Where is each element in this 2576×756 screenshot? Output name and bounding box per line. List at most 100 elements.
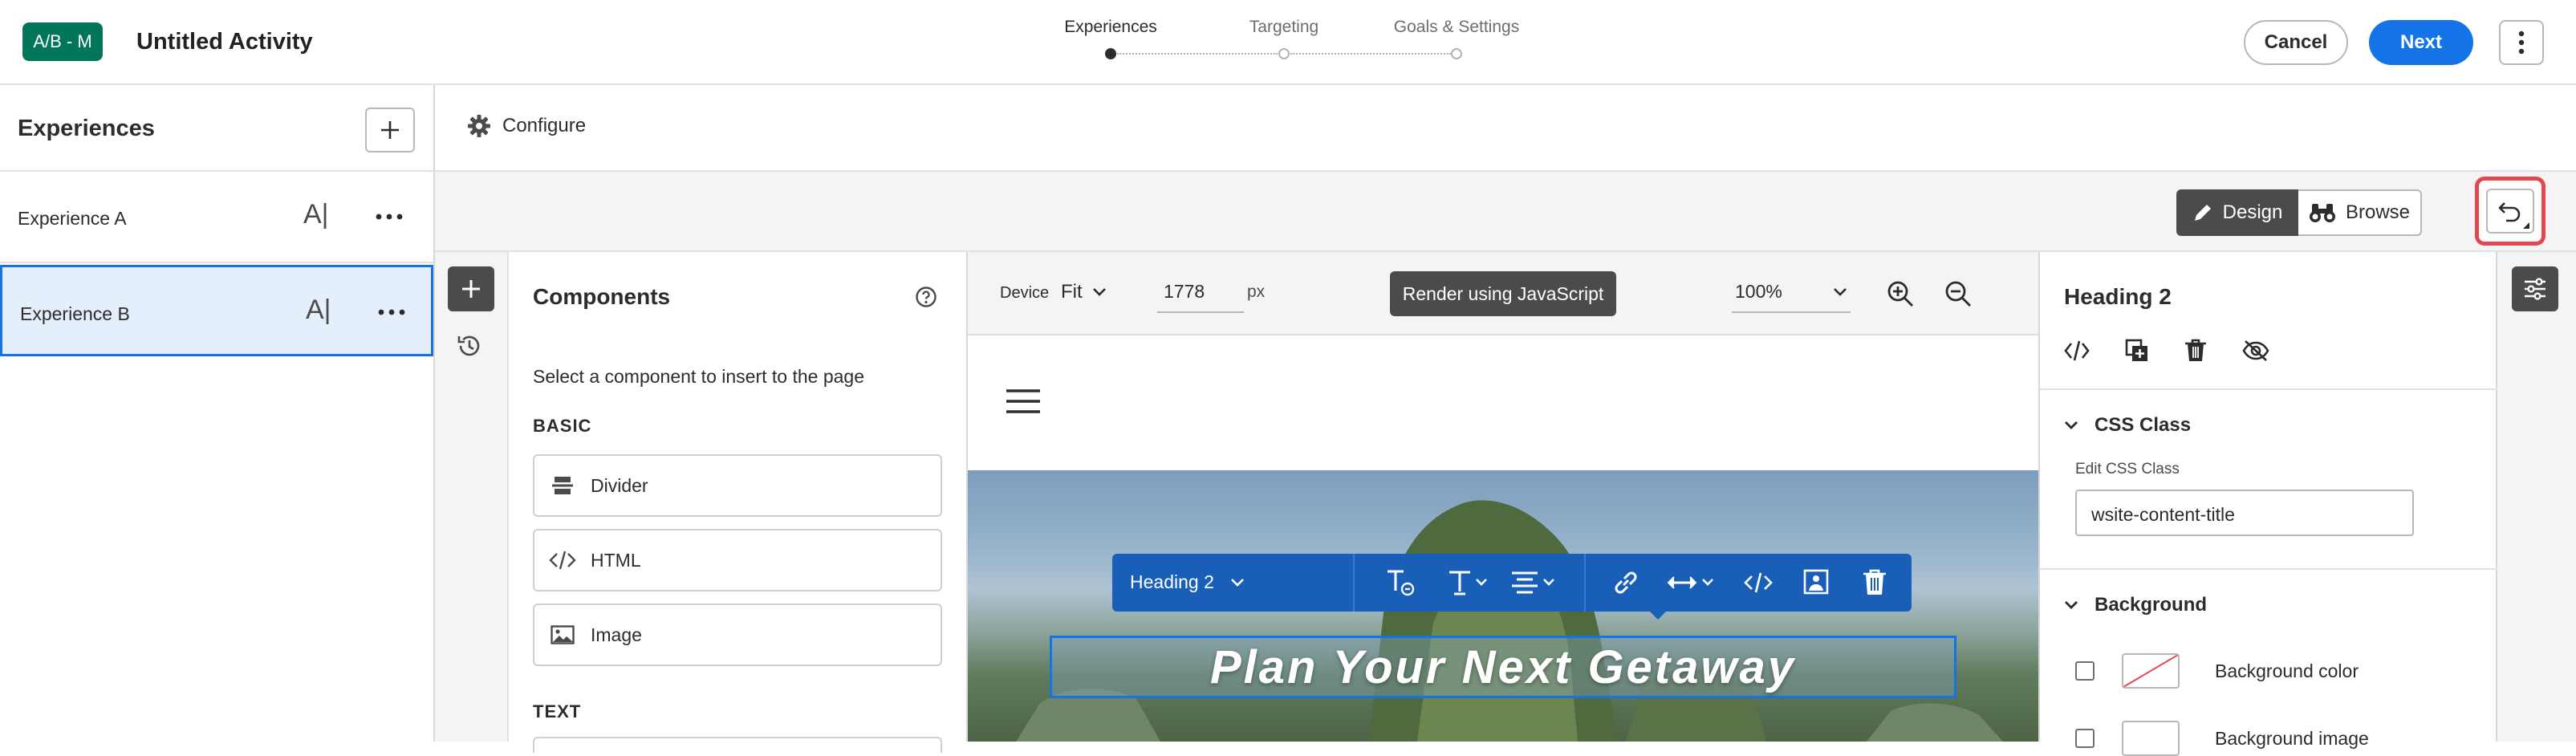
render-javascript-button[interactable]: Render using JavaScript xyxy=(1390,271,1616,316)
history-icon[interactable] xyxy=(456,332,483,360)
more-horizontal-icon[interactable] xyxy=(376,213,403,220)
activity-title[interactable]: Untitled Activity xyxy=(136,29,313,55)
font-style-icon[interactable]: A| xyxy=(303,199,329,230)
chevron-down-icon xyxy=(2065,421,2078,429)
components-description: Select a component to insert to the page xyxy=(533,366,864,387)
css-class-field-label: Edit CSS Class xyxy=(2075,461,2180,478)
font-size-icon[interactable] xyxy=(1448,568,1489,597)
heading-level-dropdown[interactable]: Heading 2 xyxy=(1130,571,1245,593)
design-label: Design xyxy=(2222,201,2283,223)
components-panel: Components Select a component to insert … xyxy=(509,252,968,753)
configure-bar: Configure xyxy=(435,85,2576,172)
device-value: Fit xyxy=(1061,281,1083,303)
cancel-button[interactable]: Cancel xyxy=(2244,20,2348,65)
hide-icon[interactable] xyxy=(2242,339,2269,362)
next-button[interactable]: Next xyxy=(2369,20,2473,65)
top-bar: A/B - M Untitled Activity Experiences Ta… xyxy=(0,0,2576,85)
image-replace-icon[interactable] xyxy=(1802,568,1830,597)
background-color-label: Background color xyxy=(2215,660,2359,681)
component-item-partial[interactable] xyxy=(533,737,942,753)
chevron-down-icon xyxy=(2065,601,2078,609)
viewport-width-input[interactable]: 1778 xyxy=(1157,276,1244,313)
component-html[interactable]: HTML xyxy=(533,529,942,591)
site-header xyxy=(968,335,2038,470)
undo-icon xyxy=(2498,202,2521,222)
step-targeting[interactable]: Targeting xyxy=(1249,18,1318,37)
component-image[interactable]: Image xyxy=(533,604,942,666)
background-image-row: Background image xyxy=(2075,721,2369,756)
code-icon[interactable] xyxy=(1743,568,1774,597)
device-picker[interactable]: Fit xyxy=(1061,281,1107,303)
rich-text-toolbar: Heading 2 xyxy=(1112,554,1912,620)
step-dot-experiences xyxy=(1105,48,1116,59)
configure-label: Configure xyxy=(502,115,587,136)
step-experiences[interactable]: Experiences xyxy=(1064,18,1157,37)
edit-html-icon[interactable] xyxy=(2064,339,2090,362)
chevron-down-icon xyxy=(1092,288,1106,296)
step-goals-settings[interactable]: Goals & Settings xyxy=(1394,18,1519,37)
text-style-icon[interactable] xyxy=(1385,568,1416,597)
chevron-down-icon[interactable] xyxy=(1833,287,1847,297)
plus-icon xyxy=(462,280,480,298)
experience-row-a[interactable]: Experience A A| xyxy=(0,172,433,263)
zoom-out-icon[interactable] xyxy=(1944,279,1973,308)
canvas-toolbar: Device Fit 1778 px Render using JavaScri… xyxy=(968,252,2038,335)
hero-heading-text[interactable]: Plan Your Next Getaway xyxy=(1210,640,1796,694)
zoom-in-icon[interactable] xyxy=(1886,279,1915,308)
background-color-row: Background color xyxy=(2075,653,2359,689)
section-basic-title: BASIC xyxy=(533,416,592,436)
configure-button[interactable]: Configure xyxy=(467,114,586,138)
width-unit: px xyxy=(1247,282,1266,301)
corner-triangle-icon xyxy=(2523,222,2529,229)
experiences-title: Experiences xyxy=(18,116,155,141)
duplicate-icon[interactable] xyxy=(2125,339,2149,363)
css-class-section-title: CSS Class xyxy=(2095,414,2192,436)
component-label: Image xyxy=(591,624,642,645)
background-section-toggle[interactable]: Background xyxy=(2064,594,2207,616)
background-section-title: Background xyxy=(2095,594,2208,616)
trash-icon[interactable] xyxy=(2184,339,2207,363)
undo-button[interactable] xyxy=(2486,189,2534,234)
browse-mode-button[interactable]: Browse xyxy=(2298,189,2422,236)
divider-icon xyxy=(552,477,573,494)
element-actions xyxy=(2064,339,2269,363)
experience-name: Experience B xyxy=(20,303,130,324)
background-image-checkbox[interactable] xyxy=(2075,729,2095,748)
browse-label: Browse xyxy=(2345,201,2411,223)
properties-rail xyxy=(2497,252,2576,742)
width-resize-icon[interactable] xyxy=(1666,568,1717,597)
more-options-button[interactable] xyxy=(2499,20,2544,65)
selected-heading-element[interactable]: Plan Your Next Getaway xyxy=(1050,636,1956,698)
insert-component-button[interactable] xyxy=(448,266,494,311)
design-mode-button[interactable]: Design xyxy=(2176,189,2298,236)
css-class-input[interactable]: wsite-content-title xyxy=(2075,490,2414,536)
section-divider xyxy=(2040,568,2497,570)
device-label: Device xyxy=(1000,284,1050,302)
plus-icon xyxy=(381,121,399,139)
properties-toggle-button[interactable] xyxy=(2512,266,2558,311)
toolbar-separator xyxy=(1584,554,1586,612)
components-title: Components xyxy=(533,284,671,309)
more-horizontal-icon[interactable] xyxy=(378,309,405,315)
experience-row-b[interactable]: Experience B A| xyxy=(0,265,433,356)
component-label: Divider xyxy=(591,474,648,496)
background-image-swatch[interactable] xyxy=(2122,721,2180,756)
component-divider[interactable]: Divider xyxy=(533,454,942,517)
step-connector xyxy=(1290,53,1451,55)
add-experience-button[interactable] xyxy=(365,108,415,152)
trash-icon[interactable] xyxy=(1862,568,1887,597)
link-icon[interactable] xyxy=(1611,568,1640,597)
font-style-icon[interactable]: A| xyxy=(306,295,331,326)
step-dot-targeting xyxy=(1278,48,1290,59)
background-color-checkbox[interactable] xyxy=(2075,661,2095,681)
css-class-section-toggle[interactable]: CSS Class xyxy=(2064,414,2191,437)
hamburger-menu-icon[interactable] xyxy=(1006,388,1040,414)
background-color-swatch[interactable] xyxy=(2122,653,2180,689)
experience-name: Experience A xyxy=(18,208,127,229)
align-icon[interactable] xyxy=(1510,568,1557,597)
toolbar-separator xyxy=(1353,554,1355,612)
help-icon[interactable] xyxy=(915,286,937,308)
section-text-title: TEXT xyxy=(533,701,582,721)
vertical-ellipsis-icon xyxy=(2518,30,2525,55)
component-label: HTML xyxy=(591,549,641,571)
